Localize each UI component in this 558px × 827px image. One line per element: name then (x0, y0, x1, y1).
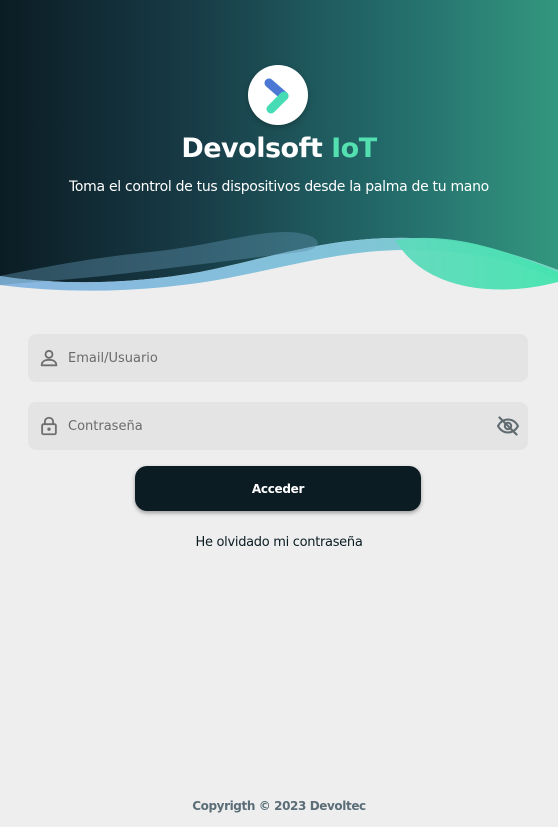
password-field[interactable] (28, 402, 528, 450)
email-field[interactable] (28, 334, 528, 382)
person-icon (40, 349, 58, 367)
password-input[interactable] (68, 402, 488, 450)
email-input[interactable] (68, 334, 488, 382)
app-title-accent: IoT (331, 133, 377, 164)
login-button[interactable]: Acceder (135, 466, 421, 511)
forgot-password-link[interactable]: He olvidado mi contraseña (0, 535, 558, 550)
app-logo (248, 65, 308, 125)
lock-icon (41, 416, 57, 436)
app-title-main: Devolsoft (181, 133, 323, 164)
chevron-right-logo-icon (264, 78, 289, 114)
footer-copyright: Copyrigth © 2023 Devoltec (192, 799, 366, 813)
eye-off-icon[interactable] (496, 415, 520, 437)
app-title: Devolsoft IoT (0, 133, 558, 164)
tagline: Toma el control de tus dispositivos desd… (69, 179, 489, 195)
